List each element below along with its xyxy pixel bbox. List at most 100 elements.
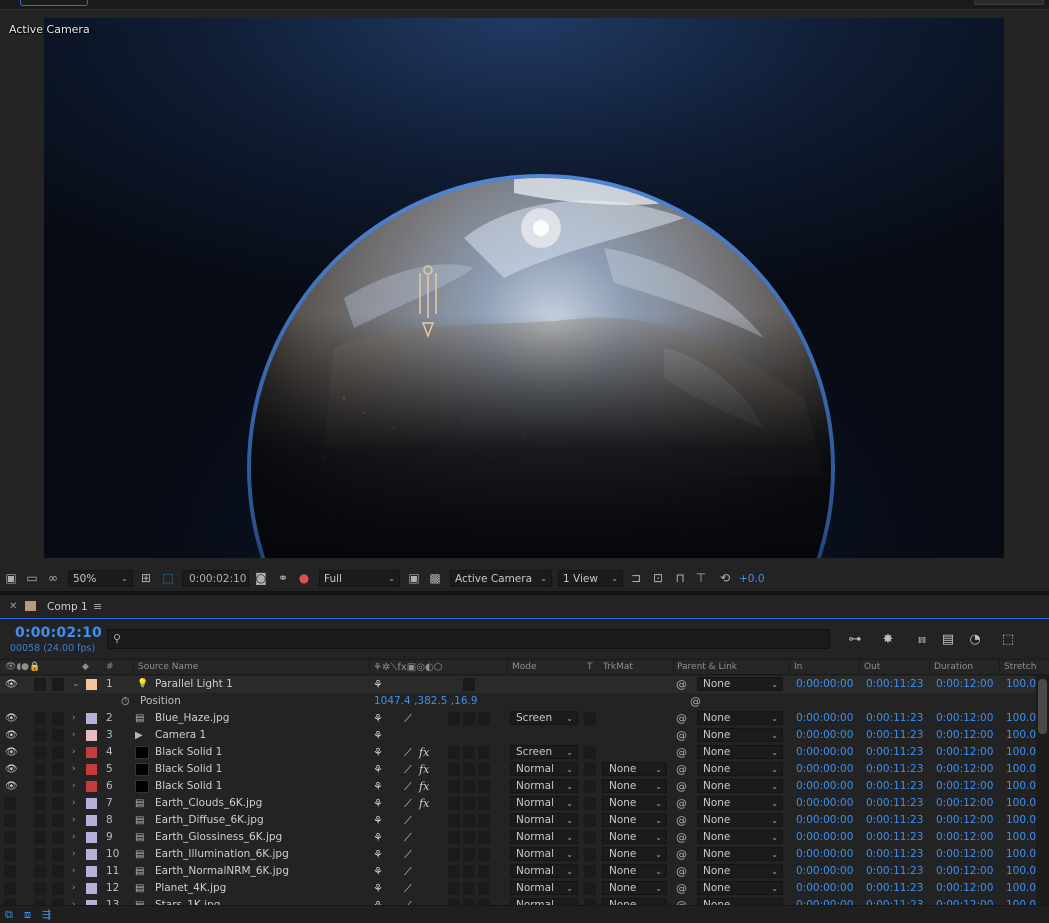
out-point[interactable]: 0:00:11:23 (866, 846, 923, 863)
in-point[interactable]: 0:00:00:00 (796, 744, 853, 761)
blend-mode-dropdown[interactable]: Normal⌄ (510, 864, 578, 878)
expand-chevron-icon[interactable]: › (72, 812, 76, 829)
label-color-swatch[interactable] (86, 730, 97, 741)
preserve-transparency-toggle[interactable] (584, 865, 596, 878)
effects-switch-icon[interactable]: fx (419, 761, 429, 778)
quality-switch-icon[interactable]: ⟋ (404, 812, 412, 829)
lock-toggle[interactable] (52, 763, 64, 776)
blend-mode-dropdown[interactable]: Normal⌄ (510, 796, 578, 810)
out-point[interactable]: 0:00:11:23 (866, 812, 923, 829)
comp-flowchart-icon[interactable]: ⊓ (672, 570, 688, 586)
in-point[interactable]: 0:00:00:00 (796, 727, 853, 744)
track-matte-dropdown[interactable]: None⌄ (602, 762, 667, 776)
lock-toggle[interactable] (52, 780, 64, 793)
visibility-eye-icon[interactable]: 👁 (5, 727, 18, 744)
out-point[interactable]: 0:00:11:23 (866, 880, 923, 897)
always-preview-icon[interactable]: ▣ (3, 570, 19, 586)
graph-editor-icon[interactable]: ⬚ (998, 630, 1018, 648)
out-point[interactable]: 0:00:11:23 (866, 863, 923, 880)
motion-blur-switch[interactable] (463, 746, 475, 759)
layer-row[interactable]: › 11 ▤ Earth_NormalNRM_6K.jpg ⚘ ⟋ Normal ⌄ None ⌄… (0, 863, 1036, 880)
layer-name[interactable]: Earth_NormalNRM_6K.jpg (155, 863, 289, 880)
effects-switch-icon[interactable]: fx (419, 795, 429, 812)
track-matte-dropdown[interactable]: None⌄ (602, 847, 667, 861)
vr-goggles-icon[interactable]: ∞ (45, 570, 61, 586)
motion-blur-switch[interactable] (463, 865, 475, 878)
col-parent-link[interactable]: Parent & Link (677, 662, 737, 672)
duration[interactable]: 0:00:12:00 (936, 676, 993, 693)
lock-toggle[interactable] (52, 678, 64, 691)
pick-whip-icon[interactable]: @ (676, 863, 687, 880)
layer-row[interactable]: › 8 ▤ Earth_Diffuse_6K.jpg ⚘ ⟋ Normal ⌄ None ⌄ @ No… (0, 812, 1036, 829)
parent-dropdown[interactable]: None⌄ (697, 881, 783, 895)
layer-name[interactable]: Blue_Haze.jpg (155, 710, 229, 727)
tab-comp[interactable]: Comp 1 (47, 601, 88, 613)
lock-toggle[interactable] (52, 797, 64, 810)
layer-name[interactable]: Earth_Diffuse_6K.jpg (155, 812, 264, 829)
stretch[interactable]: 100.0 (1006, 829, 1036, 846)
out-point[interactable]: 0:00:11:23 (866, 761, 923, 778)
audio-toggle[interactable] (34, 882, 46, 895)
out-point[interactable]: 0:00:11:23 (866, 829, 923, 846)
pick-whip-icon[interactable]: @ (676, 880, 687, 897)
reset-exposure-icon[interactable]: ⟲ (717, 570, 733, 586)
layer-row[interactable]: › 7 ▤ Earth_Clouds_6K.jpg ⚘ ⟋ fx Normal ⌄ None ⌄ @ N… (0, 795, 1036, 812)
motion-blur-switch[interactable] (463, 831, 475, 844)
quality-switch-icon[interactable]: ⟋ (404, 829, 412, 846)
col-source-name[interactable]: Source Name (138, 662, 198, 672)
duration[interactable]: 0:00:12:00 (936, 829, 993, 846)
pick-whip-icon[interactable]: @ (676, 795, 687, 812)
visibility-toggle[interactable] (4, 865, 16, 878)
top-field[interactable] (974, 0, 1044, 5)
shy-switch-icon[interactable]: ⚘ (373, 744, 383, 761)
audio-toggle[interactable] (34, 831, 46, 844)
switches-header-icon[interactable]: ⚘✲⟍fx▣◎◐⬡ (373, 662, 442, 673)
expand-chevron-icon[interactable]: ⌄ (72, 676, 80, 693)
quality-switch-icon[interactable]: ⟋ (404, 778, 412, 795)
layer-name[interactable]: Earth_Glossiness_6K.jpg (155, 829, 282, 846)
draft-3d-icon[interactable]: ✸ (878, 630, 898, 648)
adjustment-switch[interactable] (448, 814, 460, 827)
duration[interactable]: 0:00:12:00 (936, 778, 993, 795)
layer-row[interactable]: 👁 › 6 Black Solid 1 ⚘ ⟋ fx Normal ⌄ None ⌄ @ None ⌄ 0:… (0, 778, 1036, 795)
motion-blur-switch[interactable] (463, 712, 475, 725)
parent-dropdown[interactable]: None⌄ (697, 762, 783, 776)
adjustment-switch[interactable] (448, 712, 460, 725)
adjustment-switch[interactable] (448, 865, 460, 878)
in-point[interactable]: 0:00:00:00 (796, 795, 853, 812)
resolution-dropdown[interactable]: Full ⌄ (319, 570, 400, 587)
audio-toggle[interactable] (34, 729, 46, 742)
quality-switch-icon[interactable]: ⟋ (404, 761, 412, 778)
blend-mode-dropdown[interactable]: Normal⌄ (510, 813, 578, 827)
pick-whip-icon[interactable]: @ (676, 710, 687, 727)
composition-viewer[interactable]: Active Camera (0, 11, 1049, 567)
pick-whip-icon[interactable]: @ (676, 727, 687, 744)
col-t[interactable]: T (587, 662, 593, 672)
visibility-toggle[interactable] (4, 797, 16, 810)
visibility-eye-icon[interactable]: 👁 (5, 744, 18, 761)
expand-chevron-icon[interactable]: › (72, 744, 76, 761)
out-point[interactable]: 0:00:11:23 (866, 727, 923, 744)
duration[interactable]: 0:00:12:00 (936, 710, 993, 727)
expand-chevron-icon[interactable]: › (72, 863, 76, 880)
lock-toggle[interactable] (52, 746, 64, 759)
lock-toggle[interactable] (52, 882, 64, 895)
panel-menu-icon[interactable]: ≡ (93, 600, 102, 613)
adjustment-switch[interactable] (448, 848, 460, 861)
layer-name[interactable]: Black Solid 1 (155, 778, 222, 795)
visibility-toggle[interactable] (4, 831, 16, 844)
layer-row[interactable]: 👁 › 3 ▶ Camera 1 ⚘ @ None ⌄ 0:00:00:00 0:00:11:23 0… (0, 727, 1036, 744)
track-matte-dropdown[interactable]: None⌄ (602, 779, 667, 793)
layer-name[interactable]: Camera 1 (155, 727, 206, 744)
av-switch-header-icon[interactable]: 👁◖●🔒 (5, 662, 40, 672)
audio-toggle[interactable] (34, 678, 46, 691)
label-color-swatch[interactable] (86, 815, 97, 826)
visibility-toggle[interactable] (4, 814, 16, 827)
current-time-display[interactable]: 0:00:02:10 (182, 570, 249, 587)
label-color-swatch[interactable] (86, 713, 97, 724)
parent-dropdown[interactable]: None⌄ (697, 711, 783, 725)
audio-toggle[interactable] (34, 780, 46, 793)
track-matte-dropdown[interactable]: None⌄ (602, 813, 667, 827)
stretch[interactable]: 100.0 (1006, 710, 1036, 727)
col-hash[interactable]: # (106, 662, 114, 672)
